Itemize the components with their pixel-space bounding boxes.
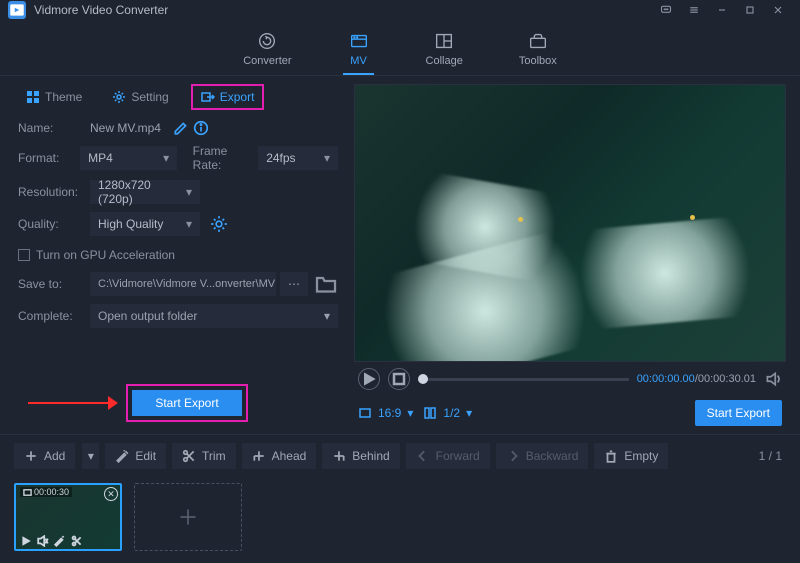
quality-label: Quality: xyxy=(18,217,90,231)
export-panel: Theme Setting Export Name: New MV.mp4 xyxy=(0,76,350,434)
main-tabs: Converter MV Collage Toolbox xyxy=(0,20,800,76)
complete-label: Complete: xyxy=(18,309,90,323)
progress-bar[interactable] xyxy=(418,378,629,381)
progress-knob[interactable] xyxy=(418,374,428,384)
chevron-left-icon xyxy=(416,449,430,463)
menu-icon[interactable] xyxy=(680,0,708,20)
theme-icon xyxy=(26,90,40,104)
forward-button[interactable]: Forward xyxy=(406,443,490,469)
minimize-button[interactable] xyxy=(708,0,736,20)
timeline-toolbar: Add ▾ Edit Trim Ahead Behind Forward xyxy=(0,434,800,477)
close-button[interactable] xyxy=(764,0,792,20)
start-export-button-right[interactable]: Start Export xyxy=(695,400,782,426)
name-value: New MV.mp4 xyxy=(90,121,161,135)
tab-toolbox[interactable]: Toolbox xyxy=(511,26,565,73)
format-select[interactable]: MP4▾ xyxy=(80,146,177,170)
aspect-ratio-select[interactable]: 16:9 ▾ xyxy=(358,406,413,420)
wand-icon xyxy=(115,449,129,463)
subtab-theme[interactable]: Theme xyxy=(18,86,90,108)
info-icon[interactable] xyxy=(193,120,209,136)
framerate-select[interactable]: 24fps▾ xyxy=(258,146,338,170)
video-preview[interactable] xyxy=(354,84,786,362)
subtab-setting[interactable]: Setting xyxy=(104,86,176,108)
backward-button[interactable]: Backward xyxy=(496,443,589,469)
behind-icon xyxy=(332,449,346,463)
page-icon xyxy=(423,406,437,420)
format-label: Format: xyxy=(18,151,80,165)
clip-remove-icon[interactable]: ✕ xyxy=(104,487,118,501)
add-clip-placeholder[interactable] xyxy=(134,483,242,551)
ahead-icon xyxy=(252,449,266,463)
gpu-checkbox-row[interactable]: Turn on GPU Acceleration xyxy=(18,248,338,262)
collage-icon xyxy=(433,30,455,52)
time-display: 00:00:00.00/00:00:30.01 xyxy=(637,373,756,385)
aspect-icon xyxy=(358,406,372,420)
annotation-highlight: Start Export xyxy=(126,384,248,422)
tab-collage[interactable]: Collage xyxy=(418,26,471,73)
complete-select[interactable]: Open output folder▾ xyxy=(90,304,338,328)
quality-settings-icon[interactable] xyxy=(210,215,228,233)
trim-button[interactable]: Trim xyxy=(172,443,236,469)
start-export-button[interactable]: Start Export xyxy=(132,390,242,416)
edit-name-icon[interactable] xyxy=(173,120,189,136)
framerate-label: Frame Rate: xyxy=(193,144,251,172)
clip-trim-icon[interactable] xyxy=(71,535,83,547)
feedback-icon[interactable] xyxy=(652,0,680,20)
gpu-label: Turn on GPU Acceleration xyxy=(36,248,175,262)
clip-duration: 00:00:30 xyxy=(20,487,72,497)
resolution-label: Resolution: xyxy=(18,185,90,199)
name-label: Name: xyxy=(18,121,90,135)
add-dropdown[interactable]: ▾ xyxy=(81,443,99,469)
play-button[interactable] xyxy=(358,368,380,390)
checkbox-icon xyxy=(18,249,30,261)
resolution-select[interactable]: 1280x720 (720p)▾ xyxy=(90,180,200,204)
page-counter: 1 / 1 xyxy=(759,449,786,463)
saveto-browse-button[interactable]: ⋯ xyxy=(280,272,308,296)
export-icon xyxy=(201,90,215,104)
trash-icon xyxy=(604,449,618,463)
chevron-right-icon xyxy=(506,449,520,463)
empty-button[interactable]: Empty xyxy=(594,443,668,469)
clip-mute-icon[interactable] xyxy=(37,535,49,547)
app-title: Vidmore Video Converter xyxy=(34,3,168,17)
open-folder-icon[interactable] xyxy=(314,272,338,296)
subtab-export[interactable]: Export xyxy=(191,84,265,110)
titlebar: Vidmore Video Converter xyxy=(0,0,800,20)
saveto-path: C:\Vidmore\Vidmore V...onverter\MV Expor… xyxy=(90,272,276,296)
tab-mv[interactable]: MV xyxy=(340,26,378,73)
scissors-icon xyxy=(182,449,196,463)
gear-icon xyxy=(112,90,126,104)
plus-icon xyxy=(24,449,38,463)
converter-icon xyxy=(256,30,278,52)
app-logo-icon xyxy=(8,1,26,19)
clip-thumbnails: 00:00:30 ✕ xyxy=(0,477,800,563)
annotation-arrow xyxy=(18,393,118,413)
page-select[interactable]: 1/2 ▾ xyxy=(423,406,472,420)
edit-button[interactable]: Edit xyxy=(105,443,166,469)
clip-edit-icon[interactable] xyxy=(54,535,66,547)
quality-select[interactable]: High Quality▾ xyxy=(90,212,200,236)
stop-button[interactable] xyxy=(388,368,410,390)
add-button[interactable]: Add xyxy=(14,443,75,469)
preview-panel: 00:00:00.00/00:00:30.01 16:9 ▾ 1/2 ▾ xyxy=(350,76,800,434)
maximize-button[interactable] xyxy=(736,0,764,20)
behind-button[interactable]: Behind xyxy=(322,443,399,469)
clip-thumbnail[interactable]: 00:00:30 ✕ xyxy=(14,483,122,551)
toolbox-icon xyxy=(527,30,549,52)
volume-icon[interactable] xyxy=(764,370,782,388)
mv-icon xyxy=(348,30,370,52)
ahead-button[interactable]: Ahead xyxy=(242,443,317,469)
clip-play-icon[interactable] xyxy=(20,535,32,547)
saveto-label: Save to: xyxy=(18,277,90,291)
tab-converter[interactable]: Converter xyxy=(235,26,299,73)
